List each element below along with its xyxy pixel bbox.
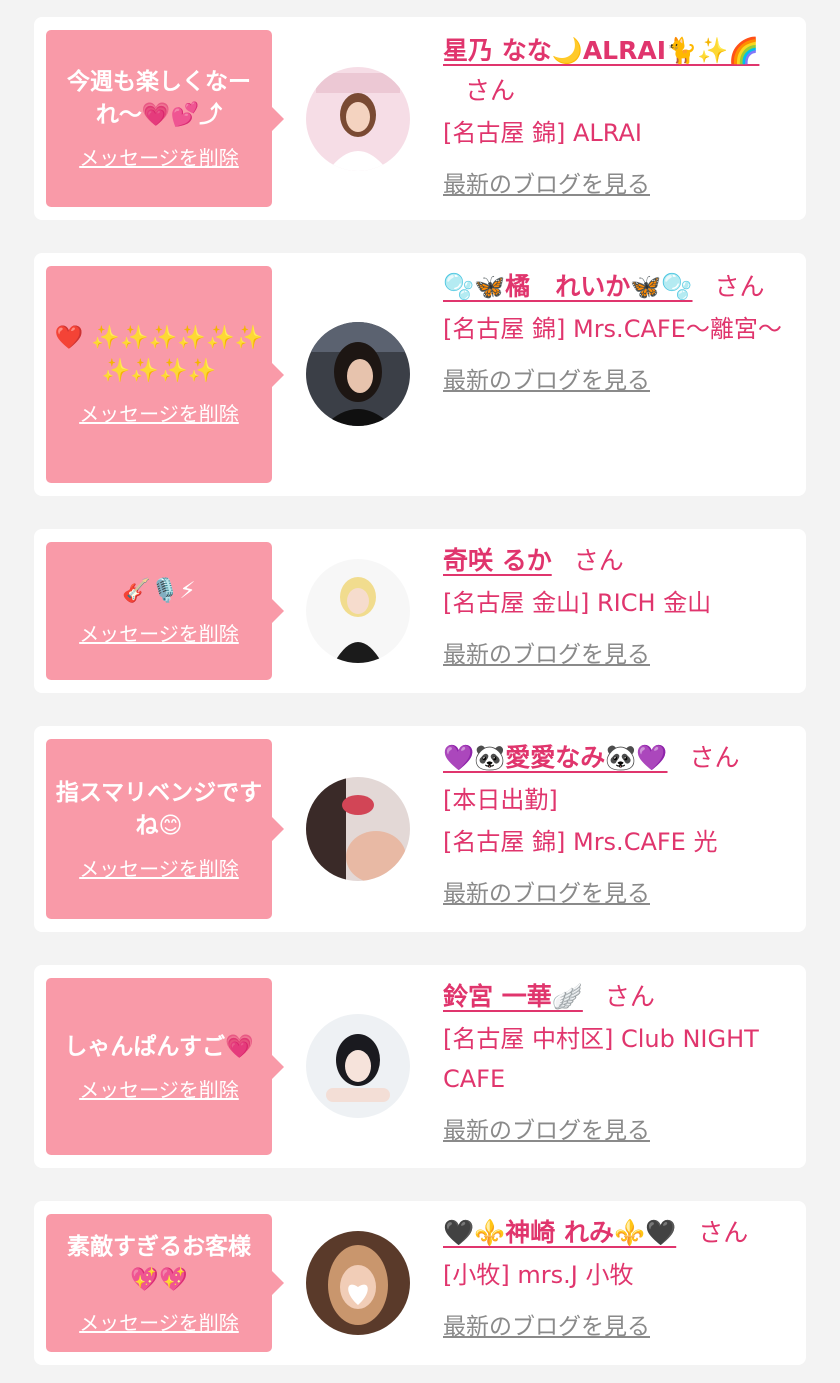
latest-blog-link[interactable]: 最新のブログを見る	[443, 635, 650, 669]
list-item: 指スマリベンジですね😊 メッセージを削除 💜🐼愛愛なみ🐼💜 さん [本日出勤] […	[34, 726, 806, 932]
message-bubble: 指スマリベンジですね😊 メッセージを削除	[46, 739, 284, 919]
list-item: 素敵すぎるお客様💖💖 メッセージを削除 🖤⚜️神崎 れみ⚜️🖤 さん [小牧] m…	[34, 1201, 806, 1365]
cast-name-line: 奇咲 るか さん	[443, 541, 792, 581]
honorific: さん	[573, 546, 624, 575]
message-text: 素敵すぎるお客様💖💖	[67, 1233, 251, 1293]
cast-name-line: 💜🐼愛愛なみ🐼💜 さん	[443, 738, 792, 778]
work-status: [本日出勤]	[443, 786, 558, 814]
message-text: 指スマリベンジですね😊	[55, 779, 263, 839]
latest-blog-link[interactable]: 最新のブログを見る	[443, 361, 650, 395]
message-bubble: 今週も楽しくなーれ〜💗💕⤴ メッセージを削除	[46, 30, 284, 207]
list-item: 今週も楽しくなーれ〜💗💕⤴ メッセージを削除 星乃 なな🌙ALRAI🐈✨🌈 さん …	[34, 17, 806, 220]
honorific: さん	[465, 76, 516, 105]
message-text: 🎸🎙️⚡	[122, 578, 196, 604]
shop-name: [名古屋 金山] RICH 金山	[443, 589, 712, 617]
avatar[interactable]	[306, 67, 410, 171]
cast-name-line: 星乃 なな🌙ALRAI🐈✨🌈 さん	[443, 31, 792, 111]
shop-name: [名古屋 中村区] Club NIGHT CAFE	[443, 1025, 759, 1093]
delete-message-link[interactable]: メッセージを削除	[79, 853, 239, 882]
message-text: しゃんぱんすご💗	[64, 1033, 254, 1060]
cast-info: 星乃 なな🌙ALRAI🐈✨🌈 さん [名古屋 錦] ALRAI 最新のブログを見る	[443, 31, 792, 199]
avatar[interactable]	[306, 322, 410, 426]
list-item: 🎸🎙️⚡ メッセージを削除 奇咲 るか さん [名古屋 金山] RICH 金山 最…	[34, 529, 806, 693]
cast-name-line: 鈴宮 一華🪽 さん	[443, 977, 792, 1017]
latest-blog-link[interactable]: 最新のブログを見る	[443, 1307, 650, 1341]
cast-info: 奇咲 るか さん [名古屋 金山] RICH 金山 最新のブログを見る	[443, 541, 792, 669]
message-bubble: 素敵すぎるお客様💖💖 メッセージを削除	[46, 1214, 284, 1352]
honorific: さん	[714, 272, 765, 301]
message-text: 今週も楽しくなーれ〜💗💕⤴	[67, 69, 251, 128]
list-item: ❤️ ✨✨✨✨✨✨ ✨✨✨✨ メッセージを削除 🫧🦋橘 れいか🦋🫧 さん [名古屋…	[34, 253, 806, 496]
latest-blog-link[interactable]: 最新のブログを見る	[443, 874, 650, 908]
shop-name: [小牧] mrs.J 小牧	[443, 1261, 634, 1289]
latest-blog-link[interactable]: 最新のブログを見る	[443, 165, 650, 199]
cast-name-link[interactable]: 鈴宮 一華🪽	[443, 982, 583, 1011]
message-bubble: ❤️ ✨✨✨✨✨✨ ✨✨✨✨ メッセージを削除	[46, 266, 284, 483]
cast-name-line: 🖤⚜️神崎 れみ⚜️🖤 さん	[443, 1213, 792, 1253]
honorific: さん	[604, 982, 655, 1011]
cast-name-link[interactable]: 星乃 なな🌙ALRAI🐈✨🌈	[443, 36, 759, 65]
cast-name-link[interactable]: 🖤⚜️神崎 れみ⚜️🖤	[443, 1218, 676, 1247]
avatar[interactable]	[306, 1014, 410, 1118]
list-item: しゃんぱんすご💗 メッセージを削除 鈴宮 一華🪽 さん [名古屋 中村区] Clu…	[34, 965, 806, 1168]
delete-message-link[interactable]: メッセージを削除	[79, 142, 239, 171]
cast-info: 🖤⚜️神崎 れみ⚜️🖤 さん [小牧] mrs.J 小牧 最新のブログを見る	[443, 1213, 792, 1341]
message-bubble: しゃんぱんすご💗 メッセージを削除	[46, 978, 284, 1155]
delete-message-link[interactable]: メッセージを削除	[79, 398, 239, 427]
latest-blog-link[interactable]: 最新のブログを見る	[443, 1111, 650, 1145]
cast-name-link[interactable]: 奇咲 るか	[443, 546, 552, 575]
delete-message-link[interactable]: メッセージを削除	[79, 1074, 239, 1103]
cast-info: 鈴宮 一華🪽 さん [名古屋 中村区] Club NIGHT CAFE 最新のブロ…	[443, 977, 792, 1145]
cast-info: 🫧🦋橘 れいか🦋🫧 さん [名古屋 錦] Mrs.CAFE〜離宮〜 最新のブログを…	[443, 267, 792, 395]
shop-name: [名古屋 錦] Mrs.CAFE 光	[443, 828, 718, 856]
cast-name-link[interactable]: 🫧🦋橘 れいか🦋🫧	[443, 272, 693, 301]
avatar[interactable]	[306, 1231, 410, 1335]
honorific: さん	[698, 1218, 749, 1247]
cast-info: 💜🐼愛愛なみ🐼💜 さん [本日出勤] [名古屋 錦] Mrs.CAFE 光 最新の…	[443, 738, 792, 908]
avatar[interactable]	[306, 559, 410, 663]
shop-name: [名古屋 錦] Mrs.CAFE〜離宮〜	[443, 315, 782, 343]
delete-message-link[interactable]: メッセージを削除	[79, 618, 239, 647]
honorific: さん	[689, 743, 740, 772]
avatar[interactable]	[306, 777, 410, 881]
shop-name: [名古屋 錦] ALRAI	[443, 119, 642, 147]
delete-message-link[interactable]: メッセージを削除	[79, 1307, 239, 1336]
cast-name-line: 🫧🦋橘 れいか🦋🫧 さん	[443, 267, 792, 307]
message-text: ❤️ ✨✨✨✨✨✨ ✨✨✨✨	[54, 325, 264, 384]
message-bubble: 🎸🎙️⚡ メッセージを削除	[46, 542, 284, 680]
cast-name-link[interactable]: 💜🐼愛愛なみ🐼💜	[443, 743, 668, 772]
